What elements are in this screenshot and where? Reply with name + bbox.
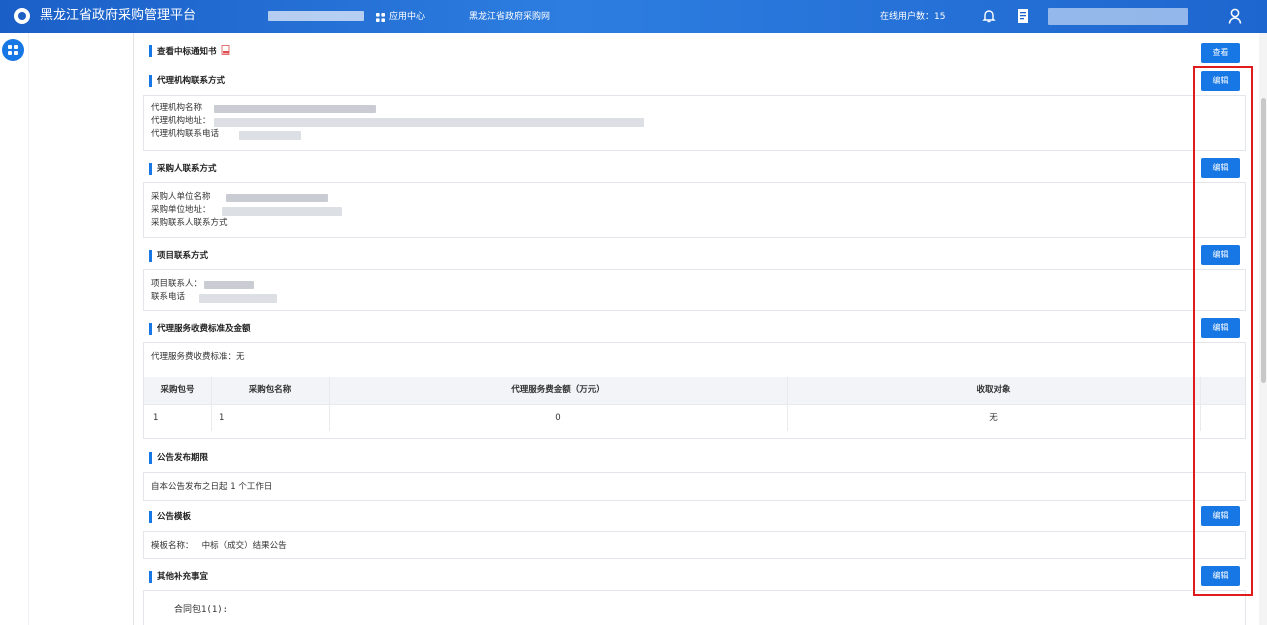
redacted-value bbox=[226, 194, 328, 202]
pdf-file-icon[interactable] bbox=[221, 45, 231, 55]
user-icon[interactable] bbox=[1228, 8, 1242, 24]
contract-package-text: 合同包1(1): bbox=[174, 605, 229, 615]
publish-period-title: 公告发布期限 bbox=[149, 452, 208, 464]
column-header-charge-target: 收取对象 bbox=[976, 385, 1011, 395]
agency-address-label: 代理机构地址： bbox=[151, 116, 211, 126]
project-contact-person-label: 项目联系人： bbox=[151, 279, 203, 289]
table-divider bbox=[787, 377, 788, 431]
table-divider bbox=[1200, 377, 1201, 431]
award-notice-title-text: 查看中标通知书 bbox=[157, 47, 217, 57]
redacted-value bbox=[214, 105, 376, 113]
sidebar-rail bbox=[0, 33, 29, 625]
online-users-count: 15 bbox=[934, 12, 946, 22]
agency-fee-panel: 代理服务费收费标准：无 采购包号 采购包名称 代理服务费金额（万元） 收取对象 … bbox=[143, 342, 1246, 439]
other-matters-panel: 合同包1(1): bbox=[143, 590, 1246, 625]
award-notice-title: 查看中标通知书 bbox=[149, 45, 231, 57]
top-header: 黑龙江省政府采购管理平台 应用中心 黑龙江省政府采购网 在线用户数： 15 bbox=[0, 0, 1267, 33]
view-award-notice-button[interactable]: 查看 bbox=[1201, 43, 1240, 63]
redacted-value bbox=[199, 294, 277, 303]
purchaser-contact-title: 采购人联系方式 bbox=[149, 163, 217, 175]
redacted-value bbox=[204, 281, 254, 289]
redacted-value bbox=[222, 207, 342, 216]
agency-fee-title: 代理服务收费标准及金额 bbox=[149, 323, 251, 335]
redacted-region bbox=[268, 11, 364, 21]
other-matters-title: 其他补充事宜 bbox=[149, 571, 208, 583]
purchaser-address-label: 采购单位地址： bbox=[151, 205, 211, 215]
logo-icon bbox=[14, 8, 30, 24]
portal-link[interactable]: 黑龙江省政府采购网 bbox=[469, 11, 550, 23]
project-contact-phone-label: 联系电话 bbox=[151, 292, 186, 302]
document-icon[interactable] bbox=[1017, 8, 1031, 25]
portal-link-label: 黑龙江省政府采购网 bbox=[469, 12, 551, 22]
table-divider bbox=[329, 377, 330, 431]
edit-project-contact-button[interactable]: 编辑 bbox=[1201, 245, 1240, 265]
purchaser-contact-panel: 采购人单位名称 采购单位地址： 采购联系人联系方式 bbox=[143, 182, 1246, 238]
bell-icon[interactable] bbox=[981, 8, 997, 24]
app-center-link[interactable]: 应用中心 bbox=[376, 11, 425, 23]
project-contact-title: 项目联系方式 bbox=[149, 250, 208, 262]
column-header-package-name: 采购包名称 bbox=[248, 385, 292, 395]
fee-table-header: 采购包号 采购包名称 代理服务费金额（万元） 收取对象 bbox=[144, 377, 1245, 404]
publish-period-text: 自本公告发布之日起 1 个工作日 bbox=[151, 482, 273, 492]
grid-icon bbox=[376, 12, 385, 22]
publish-period-panel: 自本公告发布之日起 1 个工作日 bbox=[143, 472, 1246, 501]
purchaser-name-label: 采购人单位名称 bbox=[151, 192, 211, 202]
edit-template-button[interactable]: 编辑 bbox=[1201, 506, 1240, 526]
edit-agency-fee-button[interactable]: 编辑 bbox=[1201, 318, 1240, 338]
template-panel: 模板名称： 中标（成交）结果公告 bbox=[143, 531, 1246, 559]
table-row: 1 1 0 无 bbox=[144, 404, 1245, 432]
purchaser-phone-label: 采购联系人联系方式 bbox=[151, 218, 228, 228]
edit-agency-contact-button[interactable]: 编辑 bbox=[1201, 71, 1240, 91]
online-users-label: 在线用户数： bbox=[880, 12, 935, 22]
edit-other-matters-button[interactable]: 编辑 bbox=[1201, 566, 1240, 586]
edit-purchaser-contact-button[interactable]: 编辑 bbox=[1201, 158, 1240, 178]
cell-package-no: 1 bbox=[153, 413, 159, 423]
platform-title: 黑龙江省政府采购管理平台 bbox=[40, 8, 197, 23]
agency-contact-title: 代理机构联系方式 bbox=[149, 75, 225, 87]
redacted-value bbox=[239, 131, 301, 140]
template-name-text: 模板名称： 中标（成交）结果公告 bbox=[151, 541, 287, 551]
agency-phone-label: 代理机构联系电话 bbox=[151, 129, 220, 139]
project-contact-panel: 项目联系人： 联系电话 bbox=[143, 269, 1246, 311]
app-center-label: 应用中心 bbox=[389, 12, 426, 22]
column-header-fee-amount: 代理服务费金额（万元） bbox=[511, 385, 605, 395]
sidebar-menu-button[interactable] bbox=[2, 39, 24, 61]
agency-name-label: 代理机构名称 bbox=[151, 103, 203, 113]
table-divider bbox=[211, 377, 212, 431]
fee-standard-text: 代理服务费收费标准：无 bbox=[151, 352, 245, 362]
cell-fee-amount: 0 bbox=[555, 413, 561, 423]
grid-icon bbox=[8, 45, 18, 55]
column-header-package-no: 采购包号 bbox=[160, 385, 195, 395]
scrollbar-thumb[interactable] bbox=[1261, 98, 1266, 383]
brand[interactable]: 黑龙江省政府采购管理平台 bbox=[14, 8, 196, 24]
template-title: 公告模板 bbox=[149, 511, 191, 523]
cell-charge-target: 无 bbox=[989, 413, 998, 423]
redacted-value bbox=[214, 118, 644, 127]
agency-contact-panel: 代理机构名称 代理机构地址： 代理机构联系电话 bbox=[143, 95, 1246, 151]
online-users: 在线用户数： 15 bbox=[880, 11, 945, 23]
redacted-user-info bbox=[1048, 8, 1188, 25]
left-sidebar bbox=[0, 33, 134, 625]
cell-package-name: 1 bbox=[219, 413, 225, 423]
